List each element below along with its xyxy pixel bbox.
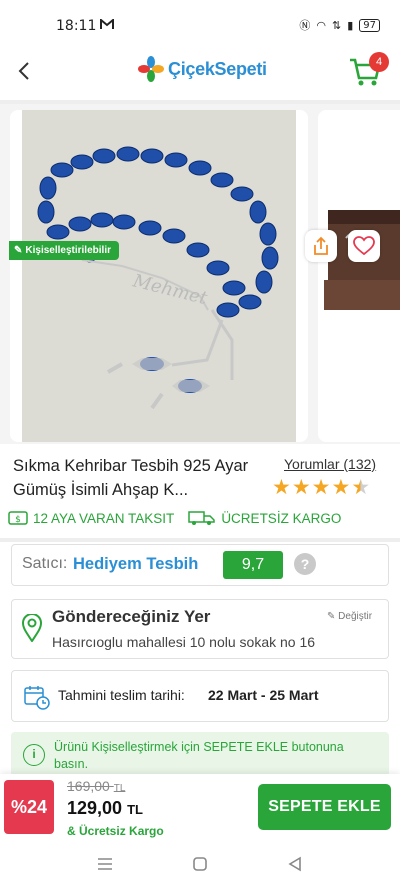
product-title: Sıkma Kehribar Tesbih 925 Ayar Gümüş İsi… [13,457,249,499]
data-icon: ⇅ [331,18,342,32]
address-line: Hasırcıoglu mahallesi 10 nolu sokak no 1… [52,634,316,650]
old-price-value: 169,00 [67,778,110,794]
delivery-dates: 22 Mart - 25 Mart [208,687,319,703]
seller-box[interactable]: Satıcı: Hediyem Tesbih 9,7 ? [11,544,389,586]
add-to-cart-button[interactable]: SEPETE EKLE [258,784,391,830]
status-icons: Ⓝ ◠ ⇅ ▮ 97 [299,17,380,33]
engraved-name: Mehmet [130,270,210,309]
product-gallery[interactable]: Mehmet ✎ Kişiselleştirilebilir [0,104,400,444]
favorite-button[interactable] [348,230,380,262]
section-divider [0,538,400,542]
personalizable-badge: ✎ Kişiselleştirilebilir [9,241,119,260]
rating-stars[interactable]: ★ ★ ★ ★ ★ [272,477,370,499]
current-price-value: 129,00 [67,798,123,818]
back-arrow-icon[interactable] [14,60,36,82]
tesbih-illustration: Mehmet [37,146,279,410]
gallery-main-card[interactable]: Mehmet [10,110,308,442]
svg-text:$: $ [15,515,21,525]
system-nav-bar [0,846,400,888]
heart-icon [353,236,375,256]
change-address-label: Değiştir [338,611,373,622]
location-pin-icon [22,614,42,642]
star-icon: ★ [291,476,311,499]
flower-logo-icon [138,56,164,82]
personalizable-badge-label: Kişiselleştirilebilir [25,245,111,256]
seller-label: Satıcı: [22,555,68,572]
old-price: 169,00 TL [67,778,125,794]
personalize-info-banner: i Ürünü Kişiselleştirmek için SEPETE EKL… [11,732,389,778]
personalize-info-text: Ürünü Kişiselleştirmek için SEPETE EKLE … [54,740,344,771]
help-icon[interactable]: ? [294,553,316,575]
pencil-icon: ✎ [14,245,23,256]
logo-text: ÇiçekSepeti [168,58,267,79]
menu-nav-icon[interactable] [96,856,114,872]
card-icon: $ [8,511,28,525]
perks-row: $ 12 AYA VARAN TAKSIT ÜCRETSİZ KARGO [8,510,341,526]
address-heading: Göndereceğiniz Yer [52,607,211,626]
status-time: 18:11 [56,18,97,34]
seller-score-badge: 9,7 [223,551,283,579]
gallery-next-card[interactable] [318,110,400,442]
calendar-clock-icon [24,686,50,710]
signal-icon: ▮ [347,18,354,32]
half-star-icon: ★ [351,476,371,499]
seller-name[interactable]: Hediyem Tesbih [73,555,198,574]
info-icon: i [23,744,45,766]
app-header: ÇiçekSepeti 4 [0,48,400,98]
installment-perk: $ 12 AYA VARAN TAKSIT [8,511,174,526]
share-icon [314,236,328,255]
old-price-currency: TL [113,783,126,794]
cart-button[interactable]: 4 [348,52,389,88]
wifi-icon: ◠ [316,18,326,32]
star-icon: ★ [331,476,351,499]
star-icon: ★ [311,476,331,499]
purchase-bar: %24 169,00 TL 129,00 TL & Ücretsiz Kargo… [0,774,400,846]
current-price: 129,00 TL [67,798,143,819]
nfc-icon: Ⓝ [299,19,311,32]
address-box[interactable]: Göndereceğiniz Yer ✎ Değiştir Hasırcıogl… [11,599,389,659]
product-image[interactable]: Mehmet [22,110,296,442]
ciceksepeti-logo[interactable]: ÇiçekSepeti [138,56,267,82]
discount-badge: %24 [4,780,54,834]
change-address-link[interactable]: ✎ Değiştir [327,611,372,622]
free-cargo-note: & Ücretsiz Kargo [67,824,164,838]
free-shipping-perk: ÜCRETSİZ KARGO [188,510,341,526]
share-button[interactable] [305,230,337,262]
reviews-link[interactable]: Yorumlar (132) [284,456,376,472]
star-icon: ★ [272,476,291,499]
delivery-label: Tahmini teslim tarihi: [58,687,185,703]
status-bar: 18:11 Ⓝ ◠ ⇅ ▮ 97 [0,0,400,48]
installment-label: 12 AYA VARAN TAKSIT [33,510,175,526]
free-shipping-label: ÜCRETSİZ KARGO [221,510,342,526]
gmail-icon [100,19,114,29]
home-nav-icon[interactable] [192,856,208,872]
back-nav-icon[interactable] [287,856,303,872]
edit-icon: ✎ [327,611,336,622]
delivery-estimate-box: Tahmini teslim tarihi: 22 Mart - 25 Mart [11,670,389,722]
cart-count-badge: 4 [369,52,389,72]
battery-icon: 97 [359,18,380,32]
current-price-currency: TL [127,802,143,817]
wooden-box-image [324,210,400,310]
truck-icon [188,511,216,525]
